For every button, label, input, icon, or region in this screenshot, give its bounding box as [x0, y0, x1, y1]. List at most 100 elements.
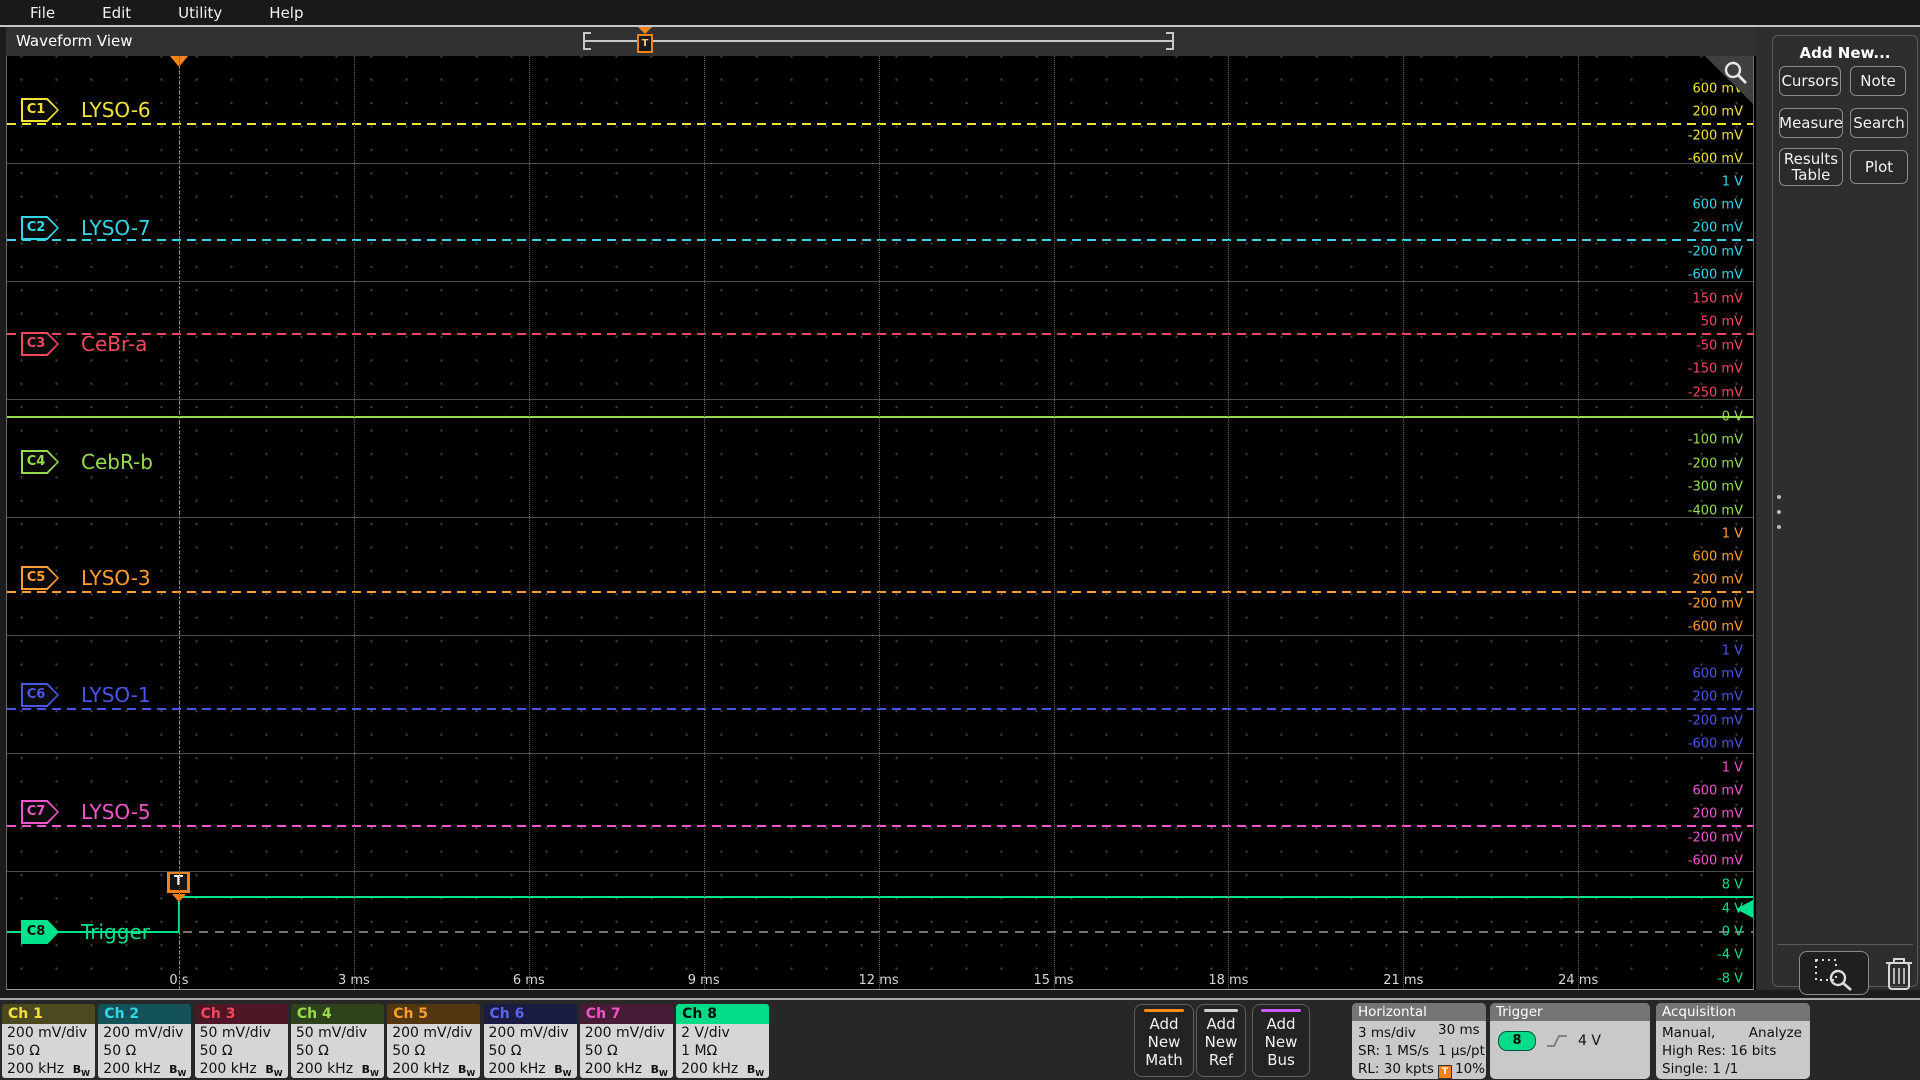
axis-label-c4: -100 mV	[1688, 433, 1743, 448]
axis-label-c2: 200 mV	[1692, 221, 1743, 236]
trigger-position-t-icon: T	[637, 34, 653, 53]
channel-bandwidth: 200 kHzBW	[103, 1060, 191, 1078]
channel-settings-header: Ch 7	[580, 1004, 673, 1024]
trigger-source-badge: 8	[1498, 1031, 1536, 1051]
trigger-position-marker[interactable]: T	[637, 27, 653, 56]
channel-badge-c4[interactable]: C4	[21, 450, 59, 474]
add-new-math-button[interactable]: AddNewMath	[1134, 1004, 1194, 1077]
channel-badge-c5[interactable]: C5	[21, 566, 59, 590]
axis-label-c8: 0 V	[1722, 925, 1743, 940]
horizontal-left-value: SR: 1 MS/s	[1358, 1043, 1429, 1059]
add-new-title: Add New...	[1773, 44, 1917, 62]
bandwidth-limit-icon: BW	[747, 1061, 769, 1078]
channel-label-c5: LYSO-3	[81, 566, 151, 590]
gridline-vertical	[1403, 56, 1404, 989]
axis-label-c5: -600 mV	[1688, 620, 1743, 635]
channel-bandwidth: 200 kHzBW	[585, 1060, 673, 1078]
axis-label-c6: -200 mV	[1688, 713, 1743, 728]
bandwidth-limit-icon: BW	[169, 1061, 191, 1078]
axis-label-c7: -200 mV	[1688, 830, 1743, 845]
bandwidth-limit-icon: BW	[458, 1061, 480, 1078]
channel-settings-ch5[interactable]: Ch 5200 mV/div50 Ω200 kHzBW	[387, 1004, 480, 1078]
menu-bar: File Edit Utility Help	[0, 0, 1920, 25]
zoom-select-button[interactable]	[1799, 951, 1869, 995]
add-new-line: Add	[1197, 1015, 1245, 1033]
oscilloscope-app: File Edit Utility Help Waveform View T	[0, 0, 1920, 1080]
channel-label-c3: CeBr-a	[81, 332, 147, 356]
trash-button[interactable]	[1879, 951, 1919, 995]
axis-label-c1: -200 mV	[1688, 128, 1743, 143]
channel-scale: 200 mV/div	[103, 1024, 191, 1042]
badge-text: C6	[21, 683, 51, 707]
menu-item-help[interactable]: Help	[269, 4, 303, 22]
trace-c4	[7, 416, 1753, 418]
add-new-line: Add	[1135, 1015, 1193, 1033]
menu-item-file[interactable]: File	[30, 4, 55, 22]
channel-badge-c2[interactable]: C2	[21, 216, 59, 240]
channel-row-c7: C7LYSO-5	[21, 800, 151, 824]
sidebar-button-cursors[interactable]: Cursors	[1779, 66, 1841, 96]
channel-impedance: 1 MΩ	[681, 1042, 769, 1060]
sidebar-button-results-table[interactable]: Results Table	[1779, 148, 1843, 186]
sidebar-button-measure[interactable]: Measure	[1779, 108, 1843, 138]
add-new-stripe	[1204, 1009, 1238, 1012]
add-new-ref-button[interactable]: AddNewRef	[1196, 1004, 1246, 1077]
channel-badge-c7[interactable]: C7	[21, 800, 59, 824]
channel-settings-header: Ch 6	[484, 1004, 577, 1024]
channel-scale: 200 mV/div	[585, 1024, 673, 1042]
add-new-bus-button[interactable]: AddNewBus	[1252, 1004, 1310, 1077]
channel-impedance: 50 Ω	[392, 1042, 480, 1060]
menu-item-utility[interactable]: Utility	[178, 4, 222, 22]
channel-settings-header: Ch 8	[676, 1004, 769, 1024]
record-view-right-bracket	[1166, 32, 1174, 50]
channel-settings-ch2[interactable]: Ch 2200 mV/div50 Ω200 kHzBW	[98, 1004, 191, 1078]
channel-label-c4: CebR-b	[81, 450, 153, 474]
acquisition-panel[interactable]: Acquisition Manual, Analyze High Res: 16…	[1656, 1003, 1810, 1079]
channel-badge-c1[interactable]: C1	[21, 98, 59, 122]
axis-label-c4: 0 V	[1722, 410, 1743, 425]
channel-row-c6: C6LYSO-1	[21, 683, 151, 707]
channel-settings-ch6[interactable]: Ch 6200 mV/div50 Ω200 kHzBW	[484, 1004, 577, 1078]
badge-text: C3	[21, 332, 51, 356]
horizontal-right-value: T10%	[1438, 1060, 1485, 1079]
menu-item-edit[interactable]: Edit	[102, 4, 131, 22]
trigger-level-arrow[interactable]	[1736, 900, 1753, 918]
horizontal-panel[interactable]: Horizontal 3 ms/div30 msSR: 1 MS/s1 µs/p…	[1352, 1003, 1486, 1079]
bandwidth-limit-icon: BW	[651, 1061, 673, 1078]
channel-label-c8: Trigger	[81, 920, 150, 944]
channel-row-c1: C1LYSO-6	[21, 98, 151, 122]
zoom-corner-button[interactable]	[1705, 56, 1753, 104]
channel-badge-c3[interactable]: C3	[21, 332, 59, 356]
channel-settings-body: 200 mV/div50 Ω200 kHzBW	[580, 1024, 673, 1078]
channel-settings-ch3[interactable]: Ch 350 mV/div50 Ω200 kHzBW	[195, 1004, 288, 1078]
channel-scale: 2 V/div	[681, 1024, 769, 1042]
channel-bandwidth: 200 kHzBW	[7, 1060, 95, 1078]
axis-label-c1: 200 mV	[1692, 105, 1743, 120]
bandwidth-value: 200 kHz	[681, 1060, 738, 1078]
sidebar-button-note[interactable]: Note	[1850, 66, 1906, 96]
channel-settings-ch1[interactable]: Ch 1200 mV/div50 Ω200 kHzBW	[2, 1004, 95, 1078]
add-new-line: New	[1253, 1033, 1309, 1051]
sidebar-button-plot[interactable]: Plot	[1850, 150, 1908, 184]
trace-c3	[7, 333, 1753, 335]
channel-badge-c6[interactable]: C6	[21, 683, 59, 707]
axis-label-c8: 8 V	[1722, 878, 1743, 893]
horizontal-left-value: 3 ms/div	[1358, 1025, 1416, 1041]
horizontal-left-value: RL: 30 kpts	[1358, 1061, 1434, 1077]
badge-text: C7	[21, 800, 51, 824]
bandwidth-limit-icon: BW	[265, 1061, 287, 1078]
sidebar-button-search[interactable]: Search	[1850, 108, 1908, 138]
trigger-panel-body: 8 4 V	[1490, 1021, 1650, 1051]
axis-label-c8: -4 V	[1717, 948, 1743, 963]
channel-settings-ch7[interactable]: Ch 7200 mV/div50 Ω200 kHzBW	[580, 1004, 673, 1078]
channel-badge-c8[interactable]: C8	[21, 920, 59, 944]
channel-settings-ch8[interactable]: Ch 82 V/div1 MΩ200 kHz BW	[676, 1004, 769, 1078]
panel-splitter-handle[interactable]	[1777, 495, 1783, 561]
trigger-panel[interactable]: Trigger 8 4 V	[1490, 1003, 1650, 1079]
gridline-vertical	[529, 56, 530, 989]
channel-settings-ch4[interactable]: Ch 450 mV/div50 Ω200 kHzBW	[291, 1004, 384, 1078]
acquisition-analyze: Analyze	[1749, 1024, 1802, 1042]
channel-scale: 200 mV/div	[489, 1024, 577, 1042]
view-tab[interactable]: Waveform View	[16, 32, 133, 50]
add-new-line: Math	[1135, 1051, 1193, 1069]
